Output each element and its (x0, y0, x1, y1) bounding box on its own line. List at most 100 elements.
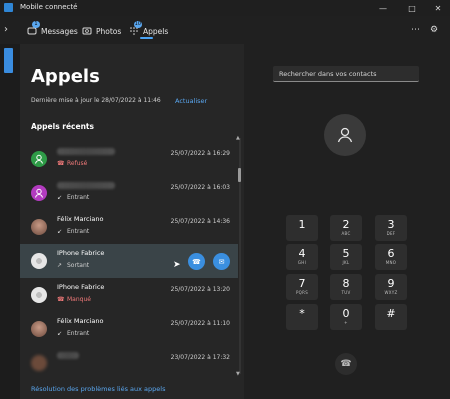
call-status: ↗ Sortant (57, 262, 89, 269)
tab-photos[interactable]: Photos (82, 23, 121, 39)
call-time: 25/07/2022 à 13:20 (170, 286, 230, 293)
contact-name: IPhone Fabrice (57, 283, 105, 291)
troubleshoot-calls-link[interactable]: Résolution des problèmes liés aux appels (31, 385, 165, 393)
call-status-label: Manqué (67, 296, 91, 303)
contact-name: IPhone Fabrice (57, 249, 105, 257)
dialpad-key-2[interactable]: 2 ABC (330, 215, 362, 241)
messages-icon: 1 (27, 21, 40, 36)
call-phone-icon[interactable]: ☎ (335, 353, 357, 375)
chevron-right-icon[interactable]: › (4, 23, 14, 37)
hidden-contact-name (57, 148, 115, 155)
call-time: 25/07/2022 à 14:36 (170, 218, 230, 225)
minimize-icon[interactable]: — (373, 0, 393, 16)
dialpad-key-1[interactable]: 1 (286, 215, 318, 241)
dialpad-key-4[interactable]: 4 GHI (286, 244, 318, 270)
device-avatar (31, 253, 47, 269)
phone-preview-thumbnail[interactable] (4, 48, 13, 73)
tab-appels-label: Appels (143, 26, 169, 36)
outgoing-call-icon: ↗ (57, 262, 63, 269)
call-status-label: Sortant (67, 262, 90, 269)
tab-photos-label: Photos (96, 26, 122, 36)
incoming-call-icon: ↙ (57, 194, 63, 201)
dialpad-key-hash[interactable]: # (375, 304, 407, 330)
call-time: 25/07/2022 à 16:03 (170, 184, 230, 191)
dialpad-key-7[interactable]: 7 PQRS (286, 274, 318, 300)
dialpad-digit: 6 (387, 247, 395, 260)
declined-call-icon: ☎ (57, 160, 65, 167)
call-row-selected[interactable]: IPhone Fabrice ↗ Sortant ➤ ☎ ✉ (20, 244, 238, 278)
call-status: ↙ Entrant (57, 194, 89, 201)
page-title: Appels (31, 66, 100, 87)
dialpad-letters: GHI (297, 260, 307, 265)
close-icon[interactable]: ✕ (428, 0, 448, 16)
dialpad-digit: # (386, 307, 396, 320)
call-back-button[interactable]: ☎ (188, 253, 205, 270)
dialpad-key-9[interactable]: 9 WXYZ (375, 274, 407, 300)
dialpad-key-0[interactable]: 0 + (330, 304, 362, 330)
dialpad-letters: PQRS (295, 290, 309, 295)
more-options-icon[interactable]: ⋯ (411, 25, 420, 35)
photos-icon (82, 26, 92, 36)
call-row[interactable]: Félix Marciano ↙ Entrant 25/07/2022 à 11… (20, 312, 238, 346)
dialpad-letters: ABC (341, 231, 351, 236)
call-row[interactable]: 23/07/2022 à 17:32 (20, 346, 238, 380)
hidden-contact-name (57, 182, 115, 189)
settings-gear-icon[interactable]: ⚙ (430, 25, 438, 35)
dialpad-digit: 8 (342, 277, 350, 290)
calls-badge: 10 (133, 21, 142, 28)
side-rail (0, 44, 20, 399)
call-status-label: Entrant (67, 330, 90, 337)
last-update-text: Dernière mise à jour le 28/07/2022 à 11:… (31, 97, 161, 104)
dialpad-key-5[interactable]: 5 JKL (330, 244, 362, 270)
phone-link-window: Mobile connecté — □ ✕ › 1 Messages Photo… (0, 0, 450, 399)
app-icon (4, 3, 13, 12)
incoming-call-icon: ↙ (57, 228, 63, 235)
call-time: 25/07/2022 à 16:29 (170, 150, 230, 157)
call-row[interactable]: ☎ Refusé 25/07/2022 à 16:29 (20, 142, 238, 176)
dialpad-digit: 1 (298, 218, 306, 231)
dialpad-icon: 10 (129, 21, 142, 36)
dialpad-key-3[interactable]: 3 DEF (375, 215, 407, 241)
dialpad-digit: 9 (387, 277, 395, 290)
hidden-contact-name (57, 352, 79, 359)
scroll-up-icon[interactable]: ▲ (236, 135, 240, 141)
dialpad-letters: MNO (385, 260, 397, 265)
dialpad-letters: DEF (386, 231, 396, 236)
tab-messages[interactable]: 1 Messages (27, 21, 78, 39)
dialpad-key-6[interactable]: 6 MNO (375, 244, 407, 270)
recent-calls-heading: Appels récents (31, 122, 94, 131)
device-avatar (31, 287, 47, 303)
dialpad-digit: 3 (387, 218, 395, 231)
call-time: 25/07/2022 à 11:10 (170, 320, 230, 327)
dialpad-digit: 5 (342, 247, 350, 260)
call-row[interactable]: Félix Marciano ↙ Entrant 25/07/2022 à 14… (20, 210, 238, 244)
contact-photo-avatar (31, 219, 47, 235)
window-title: Mobile connecté (20, 3, 78, 11)
scrollbar-thumb[interactable] (238, 168, 241, 182)
avatar (31, 151, 47, 167)
messages-badge: 1 (32, 21, 40, 28)
tab-messages-label: Messages (41, 26, 78, 36)
dialpad-letters: TUV (341, 290, 351, 295)
contact-search-input[interactable]: Rechercher dans vos contacts (273, 66, 419, 82)
call-status: ☎ Refusé (57, 160, 87, 167)
call-row[interactable]: IPhone Fabrice ☎ Manqué 25/07/2022 à 13:… (20, 278, 238, 312)
send-message-button[interactable]: ✉ (213, 253, 230, 270)
mouse-cursor-icon: ➤ (173, 260, 181, 270)
call-row[interactable]: ↙ Entrant 25/07/2022 à 16:03 (20, 176, 238, 210)
scroll-down-icon[interactable]: ▼ (236, 371, 240, 377)
contact-placeholder-icon (324, 114, 366, 156)
dialpad-letters: + (344, 320, 348, 325)
refresh-link[interactable]: Actualiser (175, 97, 207, 105)
dialpad-digit: 0 (342, 307, 350, 320)
dialpad-key-star[interactable]: * (286, 304, 318, 330)
dialer-panel: Rechercher dans vos contacts 1 2 ABC 3 DEF 4 G… (244, 44, 450, 399)
call-status: ☎ Manqué (57, 296, 91, 303)
title-bar: Mobile connecté — □ ✕ (0, 0, 450, 16)
call-status-label: Entrant (67, 194, 90, 201)
dialpad-key-8[interactable]: 8 TUV (330, 274, 362, 300)
maximize-icon[interactable]: □ (402, 0, 422, 16)
blurred-avatar (31, 355, 47, 371)
contact-photo-avatar (31, 321, 47, 337)
dialpad-digit: * (299, 307, 305, 320)
